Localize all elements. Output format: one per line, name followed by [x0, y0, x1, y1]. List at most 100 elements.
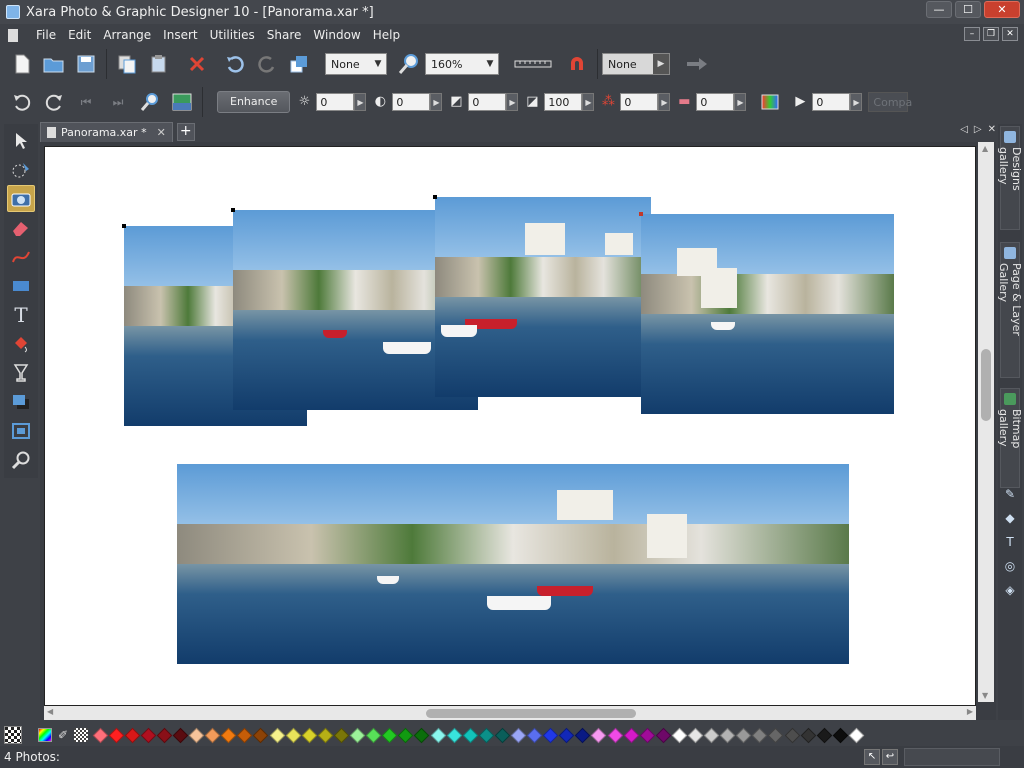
minimize-button[interactable]: — [926, 1, 952, 18]
colour-swatch[interactable] [575, 727, 591, 743]
tab-close-icon[interactable]: ✕ [988, 124, 996, 135]
colour-swatch[interactable] [671, 727, 688, 743]
first-photo-icon[interactable]: ⏮ [74, 90, 98, 114]
colour-swatch[interactable] [768, 727, 784, 743]
magnet-snap-icon[interactable] [565, 52, 589, 76]
snap-dropdown[interactable]: None ▶ [602, 53, 670, 75]
colour-swatch[interactable] [655, 727, 672, 743]
colour-swatch[interactable] [607, 727, 623, 743]
colour-swatch[interactable] [172, 727, 189, 743]
colour-swatch[interactable] [124, 727, 141, 743]
compare-button[interactable]: Compa [868, 92, 912, 112]
eyedropper-icon[interactable]: ✐ [56, 728, 70, 742]
colour-swatch[interactable] [301, 727, 318, 743]
mould-tool-icon[interactable] [7, 417, 35, 444]
redo-icon[interactable] [255, 52, 279, 76]
copy-icon[interactable] [115, 52, 139, 76]
eyedropper-zoom-icon[interactable] [138, 90, 162, 114]
page-layer-gallery-tab[interactable]: Page & Layer Gallery [997, 242, 1023, 378]
mdi-minimize-button[interactable]: – [964, 27, 980, 41]
selection-handle[interactable] [231, 208, 235, 212]
paste-icon[interactable] [147, 52, 171, 76]
selection-handle[interactable] [639, 212, 643, 216]
sharpness-field[interactable]: 100 [544, 93, 583, 111]
undo-icon[interactable] [223, 52, 247, 76]
colour-swatch[interactable] [816, 727, 833, 743]
contrast-field[interactable]: 0 [392, 93, 431, 111]
delete-icon[interactable] [185, 52, 209, 76]
arrow-right-icon[interactable] [684, 52, 710, 76]
photo-tool-icon[interactable] [7, 185, 35, 212]
menu-window[interactable]: Window [307, 28, 366, 42]
zoom-dropdown[interactable]: 160% ▼ [425, 53, 499, 75]
temperature-arrow-icon[interactable]: ▶ [734, 93, 747, 111]
transparency-tool-icon[interactable] [7, 359, 35, 386]
save-icon[interactable] [74, 52, 98, 76]
selector-tool-icon[interactable] [7, 127, 35, 154]
new-document-icon[interactable] [10, 52, 34, 76]
colour-picker-icon[interactable] [38, 728, 52, 742]
colour-swatch[interactable] [430, 727, 446, 743]
no-colour-swatch[interactable] [4, 726, 22, 744]
horizontal-scrollbar[interactable]: ◀ ▶ [44, 706, 976, 720]
colour-swatch[interactable] [108, 727, 124, 743]
shadow-tool-icon[interactable] [7, 388, 35, 415]
vertical-scrollbar[interactable]: ▲ ▼ [978, 142, 994, 702]
colour-swatch[interactable] [558, 727, 575, 743]
fill-gallery-icon[interactable]: ◆ [1002, 510, 1018, 526]
colour-swatch[interactable] [832, 727, 849, 743]
menu-share[interactable]: Share [261, 28, 308, 42]
document-icon[interactable] [8, 28, 18, 42]
colour-swatch[interactable] [623, 727, 639, 743]
menu-utilities[interactable]: Utilities [204, 28, 261, 42]
new-tab-button[interactable]: + [176, 123, 195, 141]
saturation-field[interactable]: 0 [468, 93, 507, 111]
menu-insert[interactable]: Insert [157, 28, 203, 42]
colour-swatch[interactable] [140, 727, 157, 743]
contrast-arrow-icon[interactable]: ▶ [430, 93, 443, 111]
close-button[interactable]: ✕ [984, 1, 1020, 18]
zoom-tool-icon[interactable] [7, 446, 35, 473]
colour-swatch[interactable] [333, 727, 350, 743]
colour-gallery-icon[interactable]: ◎ [1002, 558, 1018, 574]
menu-file[interactable]: File [30, 28, 62, 42]
snap-status-icon[interactable]: ↩ [882, 749, 898, 765]
brightness-arrow-icon[interactable]: ▶ [354, 93, 367, 111]
mdi-close-button[interactable]: ✕ [1002, 27, 1018, 41]
vertical-scroll-thumb[interactable] [981, 349, 991, 421]
panorama-photo-3[interactable] [435, 197, 651, 397]
stitched-panorama-photo[interactable] [177, 464, 849, 664]
color-balance-arrow-icon[interactable]: ▶ [658, 93, 671, 111]
colour-swatch[interactable] [381, 727, 398, 743]
transparent-swatch[interactable] [74, 728, 88, 742]
menu-arrange[interactable]: Arrange [97, 28, 157, 42]
document-page[interactable] [44, 146, 976, 706]
selection-handle[interactable] [433, 195, 437, 199]
gallery-tool-icon[interactable]: ✎ [1002, 486, 1018, 502]
rotate-left-icon[interactable] [10, 90, 34, 114]
rotate-right-icon[interactable] [42, 90, 66, 114]
eraser-tool-icon[interactable] [7, 214, 35, 241]
freehand-tool-icon[interactable] [7, 243, 35, 270]
colour-swatch[interactable] [462, 727, 478, 743]
horizontal-scroll-thumb[interactable] [426, 709, 636, 718]
enhance-button[interactable]: Enhance [217, 91, 291, 113]
colour-swatch[interactable] [478, 727, 495, 743]
tab-next-icon[interactable]: ▷ [974, 124, 982, 135]
zoom-tool-icon[interactable] [397, 52, 421, 76]
colour-swatch[interactable] [253, 727, 269, 743]
scroll-down-icon[interactable]: ▼ [982, 691, 988, 700]
colour-swatch[interactable] [269, 727, 285, 743]
colour-swatch[interactable] [687, 727, 704, 743]
play-field[interactable]: 0 [812, 93, 851, 111]
color-balance-field[interactable]: 0 [620, 93, 659, 111]
colour-swatch[interactable] [752, 727, 768, 743]
ruler-icon[interactable] [513, 52, 553, 76]
designs-gallery-tab[interactable]: Designs gallery [997, 126, 1023, 230]
colour-swatch[interactable] [414, 727, 430, 743]
bring-to-front-icon[interactable] [287, 52, 311, 76]
panorama-photo-4[interactable] [641, 214, 894, 414]
selector-status-icon[interactable]: ↖ [864, 749, 880, 765]
app-icon[interactable] [6, 5, 20, 19]
colour-swatch[interactable] [398, 727, 414, 743]
